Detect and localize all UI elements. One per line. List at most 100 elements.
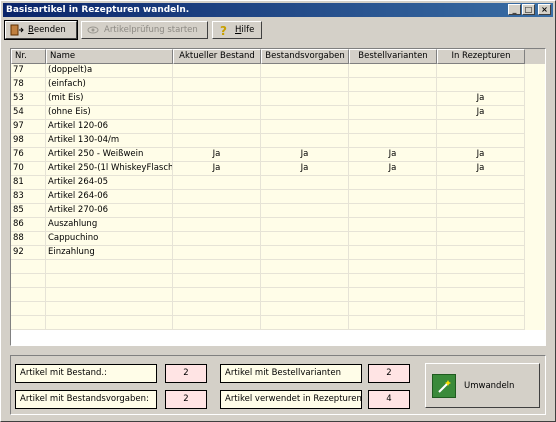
table-cell bbox=[261, 232, 349, 246]
table-cell bbox=[349, 64, 437, 78]
table-cell: Ja bbox=[437, 92, 525, 106]
table-row[interactable]: 78 (einfach) bbox=[11, 78, 545, 92]
table-row[interactable]: 97 Artikel 120-06 bbox=[11, 120, 545, 134]
table-cell bbox=[261, 288, 349, 302]
table-cell bbox=[261, 260, 349, 274]
table-cell bbox=[349, 78, 437, 92]
table-cell bbox=[173, 134, 261, 148]
table-cell bbox=[261, 64, 349, 78]
table-cell: Ja bbox=[437, 162, 525, 176]
table-cell bbox=[173, 260, 261, 274]
table-cell: Ja bbox=[437, 148, 525, 162]
table-cell bbox=[437, 120, 525, 134]
table-cell bbox=[173, 190, 261, 204]
header-aktueller-bestand[interactable]: Aktueller Bestand bbox=[173, 49, 261, 64]
table-row[interactable]: 83 Artikel 264-06 bbox=[11, 190, 545, 204]
table-cell bbox=[349, 218, 437, 232]
table-cell: Artikel 120-06 bbox=[46, 120, 173, 134]
table-cell bbox=[173, 232, 261, 246]
table-row[interactable]: 88 Cappuchino bbox=[11, 232, 545, 246]
table-row[interactable]: 77 (doppelt)a bbox=[11, 64, 545, 78]
table-cell bbox=[173, 274, 261, 288]
table-row bbox=[11, 316, 545, 330]
table-cell: Ja bbox=[437, 106, 525, 120]
minimize-button[interactable]: _ bbox=[508, 4, 521, 15]
table-cell: (mit Eis) bbox=[46, 92, 173, 106]
table-cell: 76 bbox=[11, 148, 46, 162]
header-nr[interactable]: Nr. bbox=[11, 49, 46, 64]
table-cell: 86 bbox=[11, 218, 46, 232]
table-cell bbox=[261, 176, 349, 190]
table-cell bbox=[349, 204, 437, 218]
table-cell: Ja bbox=[173, 162, 261, 176]
table-cell: Artikel 264-06 bbox=[46, 190, 173, 204]
table-row[interactable]: 70 Artikel 250-(1l WhiskeyFlasch Ja Ja Ja Ja bbox=[11, 162, 545, 176]
table-cell: Artikel 250-(1l WhiskeyFlasch bbox=[46, 162, 173, 176]
table-row[interactable]: 85 Artikel 270-06 bbox=[11, 204, 545, 218]
table-cell bbox=[349, 190, 437, 204]
table-cell: Ja bbox=[261, 162, 349, 176]
table-row bbox=[11, 288, 545, 302]
table-cell bbox=[173, 246, 261, 260]
header-bestellvarianten[interactable]: Bestellvarianten bbox=[349, 49, 437, 64]
table-row[interactable]: 81 Artikel 264-05 bbox=[11, 176, 545, 190]
eye-icon bbox=[86, 24, 100, 36]
table-cell: 78 bbox=[11, 78, 46, 92]
table-cell bbox=[349, 302, 437, 316]
table-body: 77 (doppelt)a 78 (einfach) 53 (mit Eis) Ja 54 (o… bbox=[11, 64, 545, 330]
table-cell bbox=[261, 316, 349, 330]
header-bestandsvorgaben[interactable]: Bestandsvorgaben bbox=[261, 49, 349, 64]
table-cell: 54 bbox=[11, 106, 46, 120]
table-cell bbox=[349, 260, 437, 274]
table-cell: (einfach) bbox=[46, 78, 173, 92]
table-cell: 70 bbox=[11, 162, 46, 176]
table-cell: Artikel 130-04/m bbox=[46, 134, 173, 148]
title-bar: Basisartikel in Rezepturen wandeln. _ □ … bbox=[3, 3, 553, 17]
table-cell: 88 bbox=[11, 232, 46, 246]
table-cell bbox=[261, 274, 349, 288]
toolbar: Beenden Artikelprüfung starten ? Hilfe bbox=[4, 20, 262, 41]
table-cell bbox=[46, 316, 173, 330]
table-cell bbox=[349, 288, 437, 302]
window-title: Basisartikel in Rezepturen wandeln. bbox=[6, 5, 190, 15]
table-row[interactable]: 76 Artikel 250 - Weißwein Ja Ja Ja Ja bbox=[11, 148, 545, 162]
artikelpruefung-label: Artikelprüfung starten bbox=[104, 25, 198, 35]
umwandeln-label: Umwandeln bbox=[464, 380, 515, 391]
header-name[interactable]: Name bbox=[46, 49, 173, 64]
table-cell bbox=[173, 64, 261, 78]
beenden-button[interactable]: Beenden bbox=[4, 20, 78, 40]
table-row[interactable]: 92 Einzahlung bbox=[11, 246, 545, 260]
table-cell bbox=[349, 232, 437, 246]
table-cell bbox=[437, 64, 525, 78]
table-cell: Artikel 270-06 bbox=[46, 204, 173, 218]
svg-text:?: ? bbox=[220, 24, 227, 36]
table-cell bbox=[437, 176, 525, 190]
table-cell bbox=[349, 134, 437, 148]
table-cell: 83 bbox=[11, 190, 46, 204]
table-cell: Ja bbox=[349, 148, 437, 162]
header-in-rezepturen[interactable]: In Rezepturen bbox=[437, 49, 525, 64]
table-row[interactable]: 98 Artikel 130-04/m bbox=[11, 134, 545, 148]
artikelpruefung-button[interactable]: Artikelprüfung starten bbox=[81, 21, 208, 39]
table-row bbox=[11, 274, 545, 288]
artikel-table[interactable]: Nr. Name Aktueller Bestand Bestandsvorga… bbox=[10, 48, 546, 346]
table-row[interactable]: 54 (ohne Eis) Ja bbox=[11, 106, 545, 120]
table-cell bbox=[46, 288, 173, 302]
window-controls: _ □ × bbox=[507, 4, 551, 15]
umwandeln-button[interactable]: Umwandeln bbox=[425, 363, 540, 408]
table-row[interactable]: 53 (mit Eis) Ja bbox=[11, 92, 545, 106]
table-cell bbox=[437, 190, 525, 204]
table-cell: 53 bbox=[11, 92, 46, 106]
table-cell: (ohne Eis) bbox=[46, 106, 173, 120]
table-cell bbox=[261, 246, 349, 260]
table-cell: Ja bbox=[261, 148, 349, 162]
table-cell bbox=[173, 92, 261, 106]
table-row[interactable]: 86 Auszahlung bbox=[11, 218, 545, 232]
maximize-button[interactable]: □ bbox=[522, 4, 535, 15]
table-cell bbox=[173, 288, 261, 302]
bestellvarianten-value: 2 bbox=[368, 364, 410, 383]
table-cell bbox=[11, 302, 46, 316]
table-cell bbox=[11, 316, 46, 330]
close-button[interactable]: × bbox=[538, 4, 551, 15]
hilfe-button[interactable]: ? Hilfe bbox=[212, 21, 262, 39]
